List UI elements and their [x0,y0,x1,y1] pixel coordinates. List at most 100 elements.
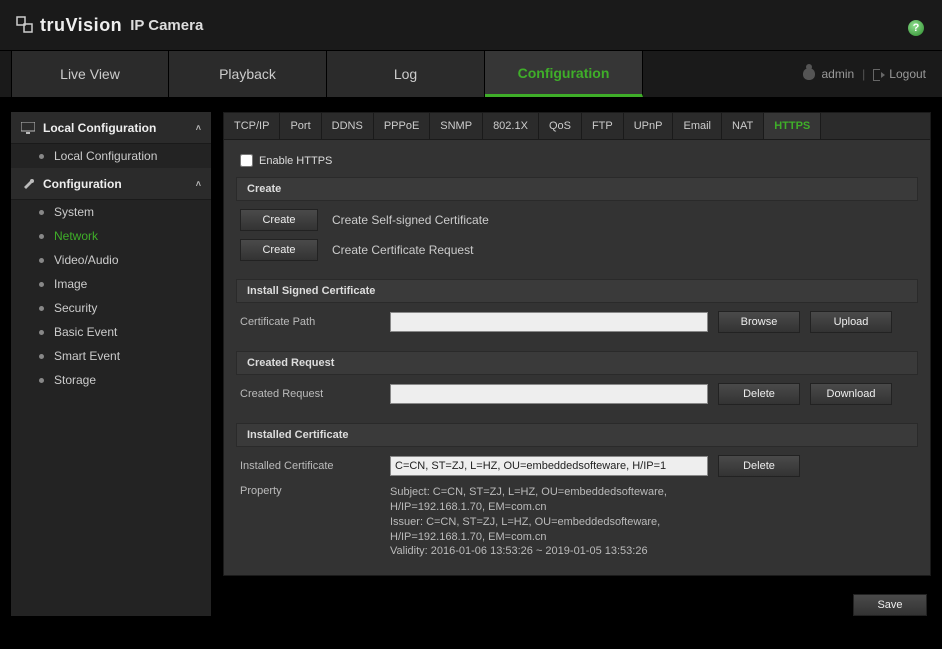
certificate-path-row: Certificate Path Browse Upload [236,311,918,333]
enable-https-row: Enable HTTPS [236,150,918,177]
section-install-signed: Install Signed Certificate [236,279,918,303]
installed-cert-label: Installed Certificate [240,460,390,472]
sidebar-item-label: Security [54,301,97,315]
sidebar-item-smart-event[interactable]: Smart Event [11,344,211,368]
subtab-8021x[interactable]: 802.1X [483,113,539,139]
save-row: Save [223,594,931,616]
create-self-signed-button[interactable]: Create [240,209,318,231]
bullet-icon [39,378,44,383]
subtab-nat[interactable]: NAT [722,113,764,139]
delete-request-button[interactable]: Delete [718,383,800,405]
wrench-icon [21,178,35,190]
upload-button[interactable]: Upload [810,311,892,333]
property-label: Property [240,485,390,497]
sidebar-item-label: System [54,205,94,219]
save-button[interactable]: Save [853,594,927,616]
download-request-button[interactable]: Download [810,383,892,405]
installed-cert-row: Installed Certificate Delete [236,455,918,477]
main: TCP/IP Port DDNS PPPoE SNMP 802.1X QoS F… [223,112,931,616]
sidebar-item-label: Smart Event [54,349,120,363]
created-request-label: Created Request [240,388,390,400]
tab-configuration[interactable]: Configuration [485,51,643,97]
enable-https-label: Enable HTTPS [259,155,332,167]
network-subtabs: TCP/IP Port DDNS PPPoE SNMP 802.1X QoS F… [223,112,931,140]
tab-log[interactable]: Log [327,51,485,97]
tab-playback[interactable]: Playback [169,51,327,97]
sidebar-item-image[interactable]: Image [11,272,211,296]
body: Local Configuration ˄ Local Configuratio… [0,97,942,616]
delete-cert-button[interactable]: Delete [718,455,800,477]
property-line: H/IP=192.168.1.70, EM=com.cn [390,500,667,515]
chevron-up-icon: ˄ [196,179,201,189]
property-line: Issuer: C=CN, ST=ZJ, L=HZ, OU=embeddedso… [390,515,667,530]
installed-cert-input[interactable] [390,456,708,476]
certificate-path-input[interactable] [390,312,708,332]
subtab-email[interactable]: Email [673,113,722,139]
property-text: Subject: C=CN, ST=ZJ, L=HZ, OU=embeddeds… [390,485,667,559]
create-self-signed-label: Create Self-signed Certificate [332,213,489,227]
sidebar-item-label: Storage [54,373,96,387]
logout-link[interactable]: Logout [889,67,926,81]
sidebar-item-system[interactable]: System [11,200,211,224]
top-nav: Live View Playback Log Configuration adm… [0,50,942,97]
bullet-icon [39,282,44,287]
bullet-icon [39,330,44,335]
sidebar: Local Configuration ˄ Local Configuratio… [11,112,211,616]
sidebar-item-label: Network [54,229,98,243]
sidebar-item-storage[interactable]: Storage [11,368,211,392]
property-line: H/IP=192.168.1.70, EM=com.cn [390,530,667,545]
tab-live-view[interactable]: Live View [11,51,169,97]
app-header: truVision IP Camera ? [0,0,942,50]
section-installed-cert: Installed Certificate [236,423,918,447]
bullet-icon [39,306,44,311]
subtab-ddns[interactable]: DDNS [322,113,374,139]
sidebar-item-basic-event[interactable]: Basic Event [11,320,211,344]
subtab-snmp[interactable]: SNMP [430,113,483,139]
sidebar-item-label: Local Configuration [54,149,157,163]
sidebar-item-label: Video/Audio [54,253,119,267]
created-request-row: Created Request Delete Download [236,383,918,405]
enable-https-checkbox[interactable] [240,154,253,167]
https-panel: Enable HTTPS Create Create Create Self-s… [223,140,931,576]
logout-icon [873,69,885,79]
user-icon [803,68,815,80]
section-create: Create [236,177,918,201]
subtab-pppoe[interactable]: PPPoE [374,113,430,139]
section-created-request: Created Request [236,351,918,375]
sidebar-group-configuration[interactable]: Configuration ˄ [11,168,211,200]
bullet-icon [39,354,44,359]
bullet-icon [39,234,44,239]
divider: | [862,67,865,81]
help-icon[interactable]: ? [908,20,924,36]
sidebar-item-local-configuration[interactable]: Local Configuration [11,144,211,168]
subtab-port[interactable]: Port [280,113,321,139]
property-row: Property Subject: C=CN, ST=ZJ, L=HZ, OU=… [236,485,918,559]
brand-name: truVision [40,15,122,36]
bullet-icon [39,258,44,263]
create-cert-request-button[interactable]: Create [240,239,318,261]
created-request-input[interactable] [390,384,708,404]
sidebar-item-label: Basic Event [54,325,117,339]
sidebar-item-security[interactable]: Security [11,296,211,320]
bullet-icon [39,210,44,215]
sidebar-group-local-config[interactable]: Local Configuration ˄ [11,112,211,144]
subtab-ftp[interactable]: FTP [582,113,624,139]
property-line: Subject: C=CN, ST=ZJ, L=HZ, OU=embeddeds… [390,485,667,500]
certificate-path-label: Certificate Path [240,316,390,328]
bullet-icon [39,154,44,159]
create-cert-request-label: Create Certificate Request [332,243,473,257]
subtab-tcpip[interactable]: TCP/IP [224,113,280,139]
sidebar-item-video-audio[interactable]: Video/Audio [11,248,211,272]
chevron-up-icon: ˄ [196,123,201,133]
brand-sub: IP Camera [130,17,203,34]
sidebar-item-network[interactable]: Network [11,224,211,248]
subtab-qos[interactable]: QoS [539,113,582,139]
subtab-upnp[interactable]: UPnP [624,113,674,139]
username[interactable]: admin [821,67,854,81]
subtab-https[interactable]: HTTPS [764,113,821,139]
create-self-signed-row: Create Create Self-signed Certificate [236,209,918,231]
create-request-row: Create Create Certificate Request [236,239,918,261]
property-line: Validity: 2016-01-06 13:53:26 ~ 2019-01-… [390,544,667,559]
browse-button[interactable]: Browse [718,311,800,333]
brand-icon [16,16,34,34]
